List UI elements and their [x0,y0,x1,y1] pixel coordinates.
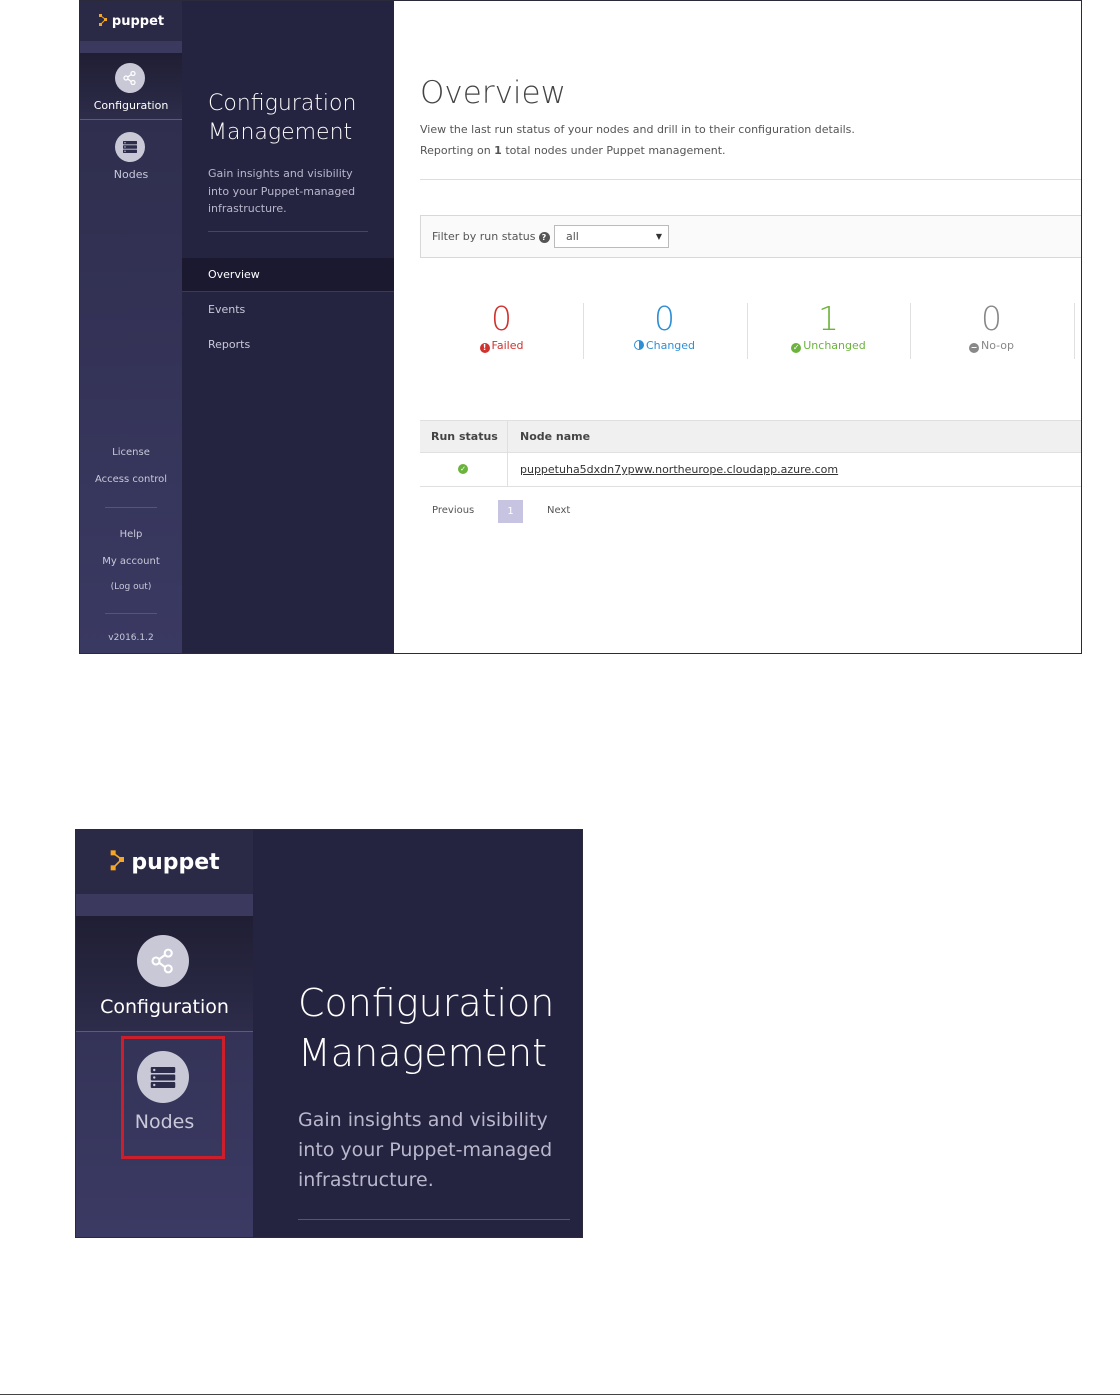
logout-link[interactable]: (Log out) [80,582,182,592]
half-circle-icon [633,340,644,350]
version-label: v2016.1.2 [108,633,154,643]
column-header-run-status[interactable]: Run status [431,430,498,443]
divider [420,179,1081,180]
puppet-logo[interactable]: puppet [76,830,253,894]
primary-sidebar: puppet Configuration [80,1,182,653]
logo-text: puppet [131,849,220,875]
caret-down-icon: ▼ [655,232,662,241]
page-divider [0,1394,1120,1395]
rail-item-label: Nodes [113,168,149,181]
stat-changed[interactable]: 0 Changed [583,299,746,352]
page-1-button[interactable]: 1 [498,500,523,523]
page-title: Overview [420,75,566,111]
section-description: Gain insights and visibility into your P… [298,1109,553,1191]
table-row[interactable]: ✓ puppetuha5dxdn7ypww.northeurope.clouda… [420,453,1081,487]
column-header-node-name[interactable]: Node name [520,430,590,443]
next-page-button[interactable]: Next [547,505,570,516]
stat-failed[interactable]: 0 ! Failed [420,299,583,353]
main-content: Overview View the last run status of you… [394,1,1081,653]
server-icon [115,132,145,162]
license-link[interactable]: License [80,447,182,458]
section-sidebar: Configuration Management Gain insights a… [182,1,394,653]
nav-item-events[interactable]: Events [182,293,394,327]
rail-item-nodes[interactable]: Nodes [80,121,182,187]
zoomed-sidebar-screenshot: puppet Configuration Nodes Configuration… [75,829,583,1238]
primary-sidebar: puppet Configuration [76,830,253,1237]
table-header: Run status Node name [420,420,1081,487]
puppet-logo[interactable]: puppet [80,1,182,41]
previous-page-button[interactable]: Previous [432,505,474,516]
my-account-link[interactable]: My account [80,556,182,567]
filter-bar: Filter by run status? all ▼ [420,215,1081,258]
rail-item-label: Configuration [100,996,229,1018]
section-description: Gain insights and visibility into your P… [208,167,356,215]
stat-count: 0 [981,299,1002,338]
puppet-logo-icon [98,14,107,26]
share-icon [137,935,189,987]
rail-item-configuration[interactable]: Configuration [76,916,253,1032]
help-icon[interactable]: ? [538,232,550,243]
check-circle-icon: ✓ [458,464,468,474]
section-title: Configuration Management [298,981,555,1075]
stat-count: 0 [654,299,675,338]
section-sidebar: Configuration Management Gain insights a… [253,830,582,1237]
divider [208,231,368,232]
nav-item-overview[interactable]: Overview [182,258,394,292]
divider [105,613,157,614]
section-title: Configuration Management [208,91,357,145]
nav-item-reports[interactable]: Reports [182,328,394,362]
stat-noop[interactable]: 0 − No-op [910,299,1073,353]
nodes-highlight-box [121,1036,225,1159]
run-status-select[interactable]: all ▼ [554,225,669,248]
reporting-summary: Reporting on 1 total nodes under Puppet … [420,144,726,157]
stat-unchanged[interactable]: 1 ✓ Unchanged [747,299,910,353]
filter-label: Filter by run status? [432,230,550,243]
rail-item-configuration[interactable]: Configuration [80,53,182,120]
stat-count: 0 [491,299,512,338]
share-icon [115,63,145,93]
page-description: View the last run status of your nodes a… [420,123,855,136]
access-control-link[interactable]: Access control [80,474,182,485]
minus-circle-icon: − [968,343,979,353]
node-link[interactable]: puppetuha5dxdn7ypww.northeurope.cloudapp… [520,463,838,476]
divider [298,1219,570,1220]
rail-item-label: Configuration [93,99,169,112]
stat-count: 1 [818,299,839,338]
alert-icon: ! [479,343,490,353]
check-circle-icon: ✓ [791,343,802,353]
help-link[interactable]: Help [80,529,182,540]
divider [1074,303,1075,359]
logo-text: puppet [111,13,165,29]
console-screenshot: puppet Configuration Nodes License Acces… [79,0,1082,654]
puppet-logo-icon [110,850,125,871]
divider [105,507,157,508]
